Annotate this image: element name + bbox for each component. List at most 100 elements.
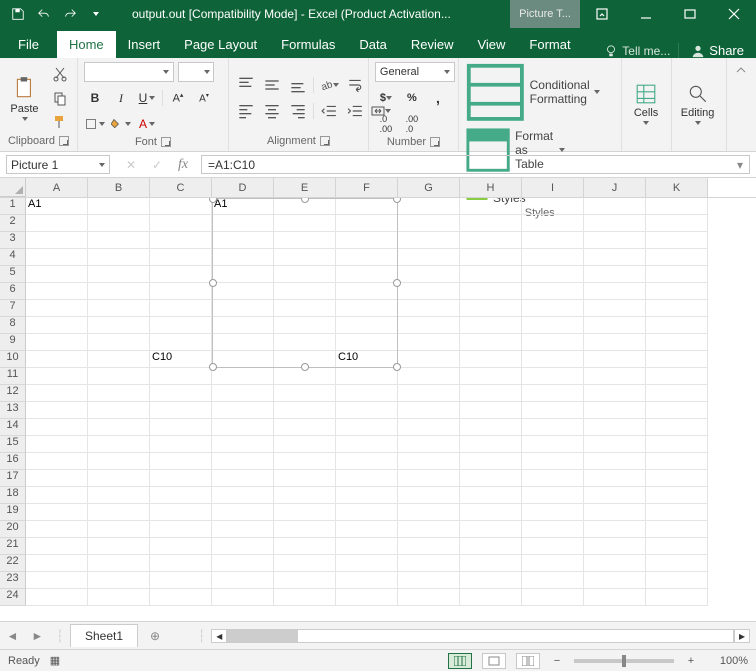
cell-A15[interactable] [26, 436, 88, 453]
cell-F11[interactable] [336, 368, 398, 385]
row-header-3[interactable]: 3 [0, 232, 26, 249]
cell-D20[interactable] [212, 521, 274, 538]
row-header-16[interactable]: 16 [0, 453, 26, 470]
tab-data[interactable]: Data [347, 31, 398, 58]
align-top-button[interactable] [235, 75, 257, 95]
fill-color-button[interactable] [110, 114, 132, 134]
row-header-6[interactable]: 6 [0, 283, 26, 300]
cell-H24[interactable] [460, 589, 522, 606]
cell-H13[interactable] [460, 402, 522, 419]
cell-A1[interactable]: A1 [26, 198, 88, 215]
cell-E23[interactable] [274, 572, 336, 589]
editing-button[interactable]: Editing [678, 74, 718, 134]
row-header-21[interactable]: 21 [0, 538, 26, 555]
maximize-button[interactable] [668, 0, 712, 28]
cell-K13[interactable] [646, 402, 708, 419]
cell-C12[interactable] [150, 385, 212, 402]
cell-A8[interactable] [26, 317, 88, 334]
cell-K19[interactable] [646, 504, 708, 521]
clipboard-launcher[interactable] [59, 136, 69, 146]
cell-B15[interactable] [88, 436, 150, 453]
cell-A4[interactable] [26, 249, 88, 266]
tell-me-search[interactable]: Tell me... [596, 44, 678, 58]
cell-H17[interactable] [460, 470, 522, 487]
cell-F16[interactable] [336, 453, 398, 470]
decrease-decimal-button[interactable]: .00.0 [401, 114, 423, 134]
cell-B12[interactable] [88, 385, 150, 402]
cell-K4[interactable] [646, 249, 708, 266]
cell-K6[interactable] [646, 283, 708, 300]
row-header-9[interactable]: 9 [0, 334, 26, 351]
cell-K15[interactable] [646, 436, 708, 453]
cell-D13[interactable] [212, 402, 274, 419]
cut-button[interactable] [49, 64, 71, 84]
cell-J2[interactable] [584, 215, 646, 232]
cell-G1[interactable] [398, 198, 460, 215]
cell-H11[interactable] [460, 368, 522, 385]
resize-handle-se[interactable] [393, 363, 401, 371]
row-header-22[interactable]: 22 [0, 555, 26, 572]
cell-G6[interactable] [398, 283, 460, 300]
cells-button[interactable]: Cells [628, 74, 665, 134]
cell-B17[interactable] [88, 470, 150, 487]
cell-J7[interactable] [584, 300, 646, 317]
cell-E22[interactable] [274, 555, 336, 572]
cell-E12[interactable] [274, 385, 336, 402]
cell-D17[interactable] [212, 470, 274, 487]
expand-formula-bar[interactable]: ▾ [737, 158, 743, 172]
cell-I10[interactable] [522, 351, 584, 368]
cell-J1[interactable] [584, 198, 646, 215]
cell-C10[interactable]: C10 [150, 351, 212, 368]
percent-format-button[interactable]: % [401, 88, 423, 108]
align-center-button[interactable] [261, 101, 283, 121]
cell-C7[interactable] [150, 300, 212, 317]
cell-K1[interactable] [646, 198, 708, 215]
cell-A3[interactable] [26, 232, 88, 249]
cell-H10[interactable] [460, 351, 522, 368]
alignment-launcher[interactable] [320, 136, 330, 146]
cell-B23[interactable] [88, 572, 150, 589]
cell-K23[interactable] [646, 572, 708, 589]
cell-J19[interactable] [584, 504, 646, 521]
cell-J23[interactable] [584, 572, 646, 589]
cell-J9[interactable] [584, 334, 646, 351]
cell-D19[interactable] [212, 504, 274, 521]
hscroll-right[interactable]: ▸ [734, 629, 750, 643]
name-box[interactable]: Picture 1 [6, 155, 110, 174]
cell-K22[interactable] [646, 555, 708, 572]
cell-F20[interactable] [336, 521, 398, 538]
cell-K2[interactable] [646, 215, 708, 232]
cell-B8[interactable] [88, 317, 150, 334]
cell-H7[interactable] [460, 300, 522, 317]
cell-E24[interactable] [274, 589, 336, 606]
cell-I24[interactable] [522, 589, 584, 606]
cell-J14[interactable] [584, 419, 646, 436]
cell-B18[interactable] [88, 487, 150, 504]
cell-E19[interactable] [274, 504, 336, 521]
row-header-14[interactable]: 14 [0, 419, 26, 436]
cell-C15[interactable] [150, 436, 212, 453]
cell-F15[interactable] [336, 436, 398, 453]
sheet-nav-next[interactable]: ► [27, 627, 47, 645]
hscroll-thumb[interactable] [228, 630, 298, 642]
cell-F24[interactable] [336, 589, 398, 606]
increase-font-button[interactable]: A▴ [167, 88, 189, 108]
tab-insert[interactable]: Insert [116, 31, 173, 58]
cell-G13[interactable] [398, 402, 460, 419]
cell-J5[interactable] [584, 266, 646, 283]
cell-C2[interactable] [150, 215, 212, 232]
cell-A24[interactable] [26, 589, 88, 606]
cell-J15[interactable] [584, 436, 646, 453]
cell-F12[interactable] [336, 385, 398, 402]
cell-A9[interactable] [26, 334, 88, 351]
close-button[interactable] [712, 0, 756, 28]
column-header-H[interactable]: H [460, 178, 522, 197]
cell-K18[interactable] [646, 487, 708, 504]
cell-C17[interactable] [150, 470, 212, 487]
qat-customize[interactable] [84, 2, 108, 26]
column-header-I[interactable]: I [522, 178, 584, 197]
insert-function-button[interactable]: fx [171, 155, 195, 175]
cell-A6[interactable] [26, 283, 88, 300]
redo-button[interactable] [58, 2, 82, 26]
row-header-8[interactable]: 8 [0, 317, 26, 334]
